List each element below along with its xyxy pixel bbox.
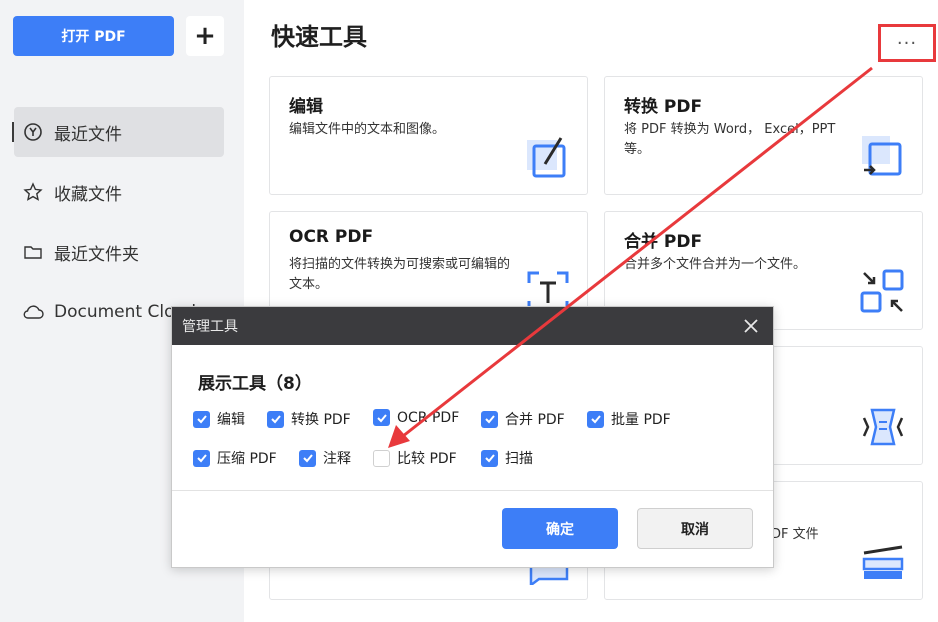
dialog-divider (172, 490, 773, 491)
checkbox-label: 注释 (323, 451, 351, 467)
sidebar-item-recent-folders[interactable]: 最近文件夹 (14, 227, 224, 277)
tool-card-edit[interactable]: 编辑 编辑文件中的文本和图像。 (269, 76, 588, 195)
checkbox-annotate[interactable]: 注释 (299, 448, 351, 468)
checkbox-checked-icon (481, 410, 498, 428)
checkbox-batch[interactable]: 批量 PDF (587, 409, 671, 429)
checkbox-label: 比较 PDF (397, 451, 457, 467)
dialog-header: 管理工具 (172, 307, 773, 345)
checkbox-checked-icon (299, 449, 316, 467)
manage-tools-dialog: 管理工具 展示工具（8） 编辑 转换 PDF OCR PDF 合并 PDF 批量… (171, 306, 774, 568)
checkbox-label: 压缩 PDF (217, 451, 277, 467)
card-title: 合并 PDF (624, 232, 703, 252)
card-title: OCR PDF (289, 227, 374, 247)
edit-icon (525, 134, 571, 180)
checkbox-checked-icon (373, 409, 390, 426)
checkbox-label: OCR PDF (397, 409, 460, 426)
sidebar-item-recent-files[interactable]: 最近文件 (14, 107, 224, 157)
checkbox-checked-icon (587, 410, 604, 428)
checkbox-edit[interactable]: 编辑 (193, 409, 245, 429)
card-description: 合并多个文件合并为一个文件。 (624, 257, 807, 272)
checkbox-label: 扫描 (505, 451, 533, 467)
card-title: 转换 PDF (624, 97, 703, 117)
open-pdf-button[interactable]: 打开 PDF (13, 16, 174, 56)
sidebar-item-label: 最近文件 (54, 124, 122, 145)
checkbox-checked-icon (481, 449, 498, 467)
dialog-subtitle: 展示工具（8） (198, 374, 312, 394)
sidebar-item-label: 收藏文件 (54, 184, 122, 205)
checkbox-compare[interactable]: 比较 PDF (373, 448, 457, 468)
recent-icon (22, 121, 44, 143)
checkbox-label: 合并 PDF (505, 412, 565, 428)
page-title: 快速工具 (271, 23, 367, 51)
star-icon (22, 181, 44, 203)
checkbox-checked-icon (193, 410, 210, 428)
more-icon: ··· (896, 32, 918, 54)
compress-icon (860, 404, 906, 450)
cloud-icon (22, 301, 44, 323)
sidebar-item-label: 最近文件夹 (54, 244, 139, 265)
checkbox-scan[interactable]: 扫描 (481, 448, 533, 468)
scan-icon (860, 539, 906, 585)
checkbox-label: 转换 PDF (291, 412, 351, 428)
more-options-button[interactable]: ··· (878, 24, 936, 62)
folder-icon (22, 241, 44, 263)
checkbox-unchecked-icon (373, 449, 390, 467)
checkbox-convert[interactable]: 转换 PDF (267, 409, 351, 429)
checkbox-checked-icon (267, 410, 284, 428)
convert-icon (860, 134, 906, 180)
checkbox-label: 批量 PDF (611, 412, 671, 428)
card-description: DF 文件 (771, 527, 819, 542)
card-description: 将扫描的文件转换为可搜索或可编辑的文本。 (289, 257, 511, 292)
checkbox-ocr[interactable]: OCR PDF (373, 409, 459, 426)
card-title: 编辑 (289, 97, 323, 117)
tool-card-convert[interactable]: 转换 PDF 将 PDF 转换为 Word， Excel，PPT等。 (604, 76, 923, 195)
dialog-title: 管理工具 (182, 319, 238, 335)
checkbox-checked-icon (193, 449, 210, 467)
confirm-button[interactable]: 确定 (502, 508, 618, 549)
card-description: 编辑文件中的文本和图像。 (289, 122, 446, 137)
sidebar-item-favorites[interactable]: 收藏文件 (14, 167, 224, 217)
close-icon[interactable] (741, 316, 761, 336)
add-button[interactable]: + (186, 16, 224, 56)
checkbox-merge[interactable]: 合并 PDF (481, 409, 565, 429)
merge-icon (860, 269, 906, 315)
checkbox-compress[interactable]: 压缩 PDF (193, 448, 277, 468)
card-description: 将 PDF 转换为 Word， Excel，PPT等。 (624, 122, 836, 157)
checkbox-label: 编辑 (217, 412, 245, 428)
cancel-button[interactable]: 取消 (637, 508, 753, 549)
